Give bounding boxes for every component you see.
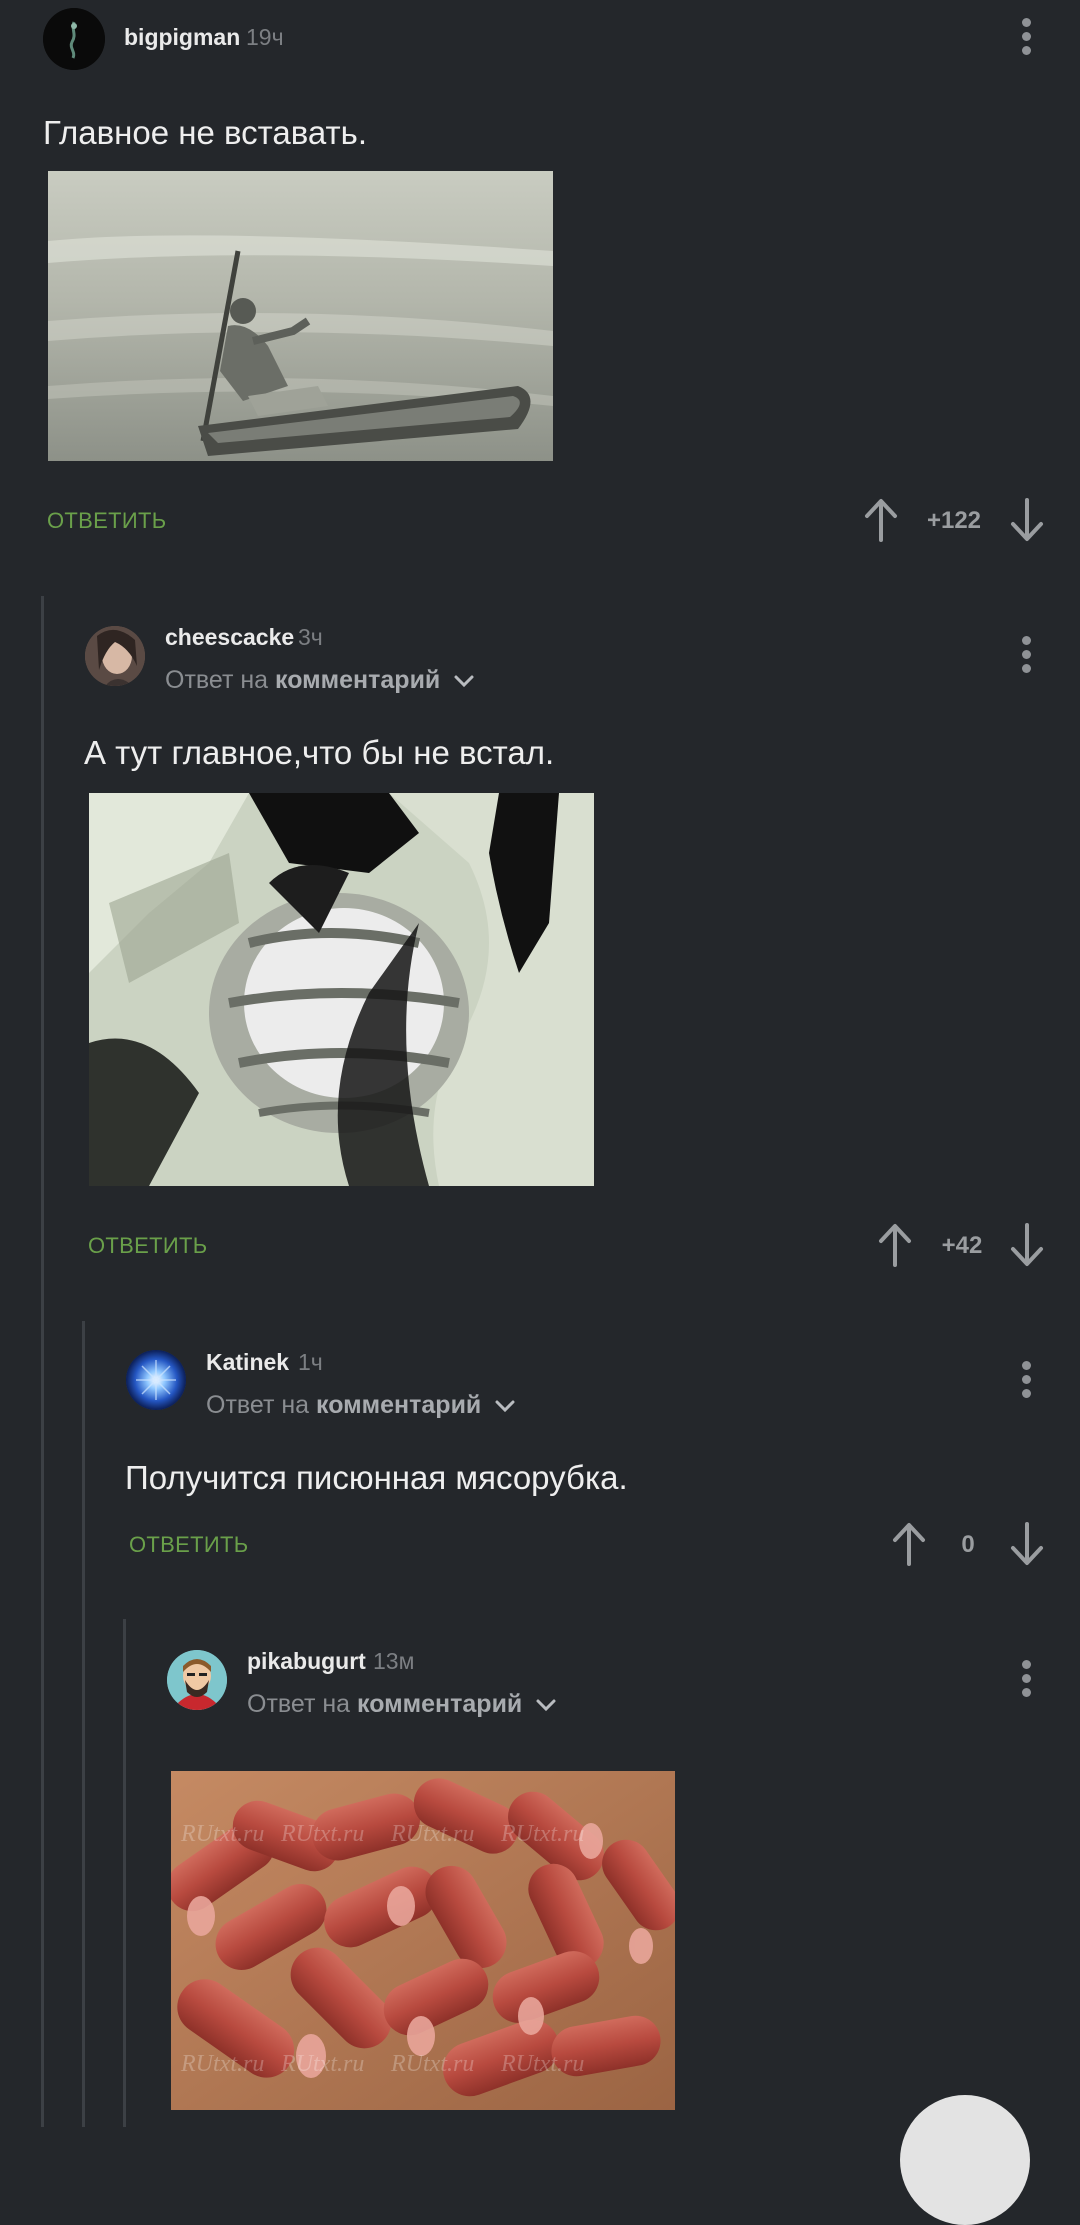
comment-image-boat[interactable] <box>48 171 553 461</box>
avatar-image <box>43 8 105 70</box>
upvote-arrow-icon[interactable] <box>875 1221 915 1269</box>
boat-image <box>48 171 553 461</box>
username[interactable]: cheescacke <box>165 624 294 651</box>
more-menu-icon[interactable] <box>1007 1654 1047 1704</box>
reply-to-link[interactable]: Ответ на комментарий <box>206 1391 516 1420</box>
chevron-down-icon[interactable] <box>494 1398 516 1414</box>
avatar[interactable] <box>85 626 145 686</box>
avatar[interactable] <box>126 1350 186 1410</box>
timestamp: 19ч <box>246 24 284 50</box>
grayscale-image <box>89 793 594 1186</box>
chevron-down-icon[interactable] <box>453 673 475 689</box>
rating-score: +122 <box>926 507 982 534</box>
svg-text:RUtxt.ru: RUtxt.ru <box>180 2051 264 2077</box>
username[interactable]: pikabugurt <box>247 1648 366 1675</box>
username[interactable]: Katinek <box>206 1349 289 1376</box>
timestamp: 13м <box>373 1648 415 1674</box>
more-menu-icon[interactable] <box>1007 1355 1047 1405</box>
thread-line-level-3 <box>123 1619 126 2127</box>
downvote-arrow-icon[interactable] <box>1007 1520 1047 1568</box>
rating-score: +42 <box>941 1232 983 1259</box>
comment-image-sausages[interactable]: RUtxt.ru RUtxt.ru RUtxt.ru RUtxt.ru RUtx… <box>171 1771 675 2110</box>
avatar-image <box>126 1350 186 1410</box>
svg-text:RUtxt.ru: RUtxt.ru <box>390 1821 474 1847</box>
thread-line-level-1 <box>41 596 44 2127</box>
rating-score: 0 <box>961 1531 975 1558</box>
upvote-arrow-icon[interactable] <box>861 496 901 544</box>
username[interactable]: bigpigman <box>124 24 240 51</box>
downvote-arrow-icon[interactable] <box>1007 1221 1047 1269</box>
reply-button[interactable]: ОТВЕТИТЬ <box>129 1532 248 1558</box>
reply-to-link[interactable]: Ответ на комментарий <box>247 1690 557 1719</box>
avatar[interactable] <box>167 1650 227 1710</box>
floating-action-button[interactable] <box>900 2095 1030 2225</box>
sausages-image: RUtxt.ru RUtxt.ru RUtxt.ru RUtxt.ru RUtx… <box>171 1771 675 2110</box>
reply-to-target[interactable]: комментарий <box>316 1391 481 1419</box>
comment-text: Главное не вставать. <box>43 114 368 151</box>
svg-text:RUtxt.ru: RUtxt.ru <box>500 1821 584 1847</box>
reply-to-prefix: Ответ на <box>206 1391 310 1419</box>
thread-line-level-2 <box>82 1321 85 2127</box>
svg-text:RUtxt.ru: RUtxt.ru <box>280 2051 364 2077</box>
avatar[interactable] <box>43 8 105 70</box>
watermark-top: RUtxt.ru <box>180 1821 264 1847</box>
reply-to-target[interactable]: комментарий <box>357 1690 522 1718</box>
more-menu-icon[interactable] <box>1007 12 1047 62</box>
reply-to-target[interactable]: комментарий <box>275 666 440 694</box>
reply-button[interactable]: ОТВЕТИТЬ <box>88 1233 207 1259</box>
timestamp: 3ч <box>298 624 323 650</box>
more-menu-icon[interactable] <box>1007 630 1047 680</box>
reply-to-link[interactable]: Ответ на комментарий <box>165 666 475 695</box>
downvote-arrow-icon[interactable] <box>1007 496 1047 544</box>
chevron-down-icon[interactable] <box>535 1697 557 1713</box>
reply-to-prefix: Ответ на <box>247 1690 351 1718</box>
reply-button[interactable]: ОТВЕТИТЬ <box>47 508 166 534</box>
comment-text: А тут главное,что бы не встал. <box>84 734 555 771</box>
timestamp: 1ч <box>298 1349 323 1375</box>
svg-text:RUtxt.ru: RUtxt.ru <box>280 1821 364 1847</box>
reply-to-prefix: Ответ на <box>165 666 269 694</box>
comment-image-figure[interactable] <box>89 793 594 1186</box>
avatar-image <box>167 1650 227 1710</box>
svg-text:RUtxt.ru: RUtxt.ru <box>390 2051 474 2077</box>
svg-text:RUtxt.ru: RUtxt.ru <box>500 2051 584 2077</box>
comment-text: Получится писюнная мясорубка. <box>125 1459 628 1496</box>
avatar-image <box>85 626 145 686</box>
